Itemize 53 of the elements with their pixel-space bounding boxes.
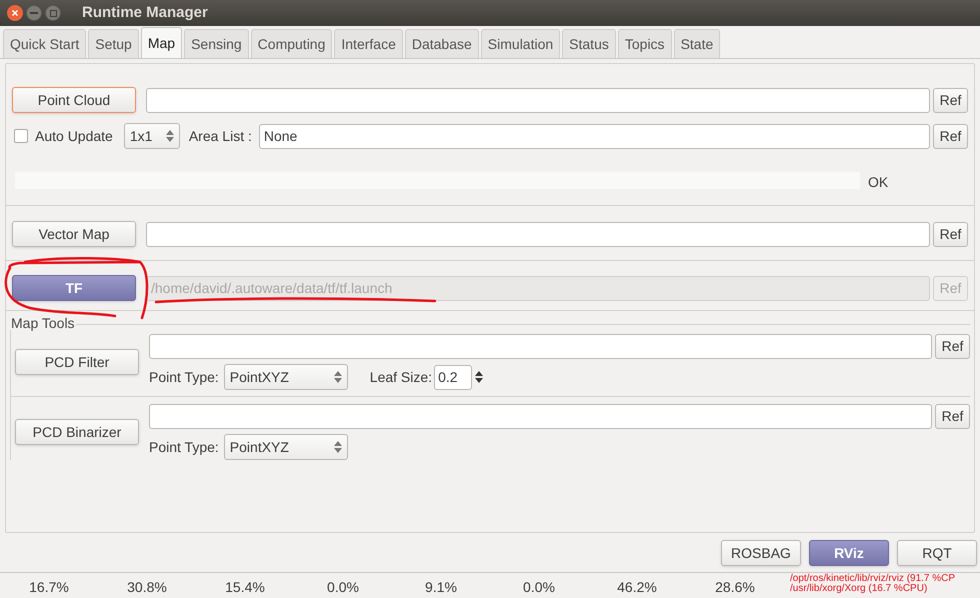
tab[interactable]: Database <box>404 29 479 58</box>
ref-button[interactable]: Ref <box>935 334 970 359</box>
button[interactable]: Vector Map <box>12 221 136 247</box>
path-field[interactable]: None <box>258 124 930 148</box>
process-text: /opt/ros/kinetic/lib/rviz/rviz (91.7 %CP <box>790 574 956 584</box>
tab[interactable]: Sensing <box>184 29 249 58</box>
cpu-usage: 0.0% <box>523 578 555 595</box>
button[interactable]: RQT <box>897 540 977 566</box>
field-label: Point Type: <box>149 438 219 457</box>
cpu-usage: 46.2% <box>617 578 657 595</box>
window-title: Runtime Manager <box>82 2 208 23</box>
field-label: Auto Update <box>35 126 113 146</box>
button[interactable]: PCD Filter <box>15 349 139 375</box>
checkbox[interactable] <box>14 129 28 143</box>
cpu-usage: 30.8% <box>127 578 167 595</box>
ref-button[interactable]: Ref <box>933 124 968 148</box>
dropdown[interactable]: PointXYZ <box>224 364 348 390</box>
tab[interactable]: Quick Start <box>3 29 86 58</box>
field-label: Area List : <box>188 126 252 146</box>
dropdown[interactable]: 1x1 <box>124 123 180 149</box>
ref-button[interactable]: Ref <box>933 88 968 112</box>
field-label: Point Type: <box>149 368 219 387</box>
cpu-usage: 0.0% <box>327 578 359 595</box>
cpu-usage: 9.1% <box>425 578 457 595</box>
process-text: /usr/lib/xorg/Xorg (16.7 %CPU) <box>790 584 928 594</box>
number-field[interactable]: 0.2 <box>434 364 472 390</box>
button[interactable]: PCD Binarizer <box>15 419 139 445</box>
dropdown[interactable]: PointXYZ <box>224 434 348 460</box>
tab[interactable]: Topics <box>618 29 672 58</box>
button[interactable]: Point Cloud <box>12 87 136 113</box>
tab[interactable]: Status <box>562 29 616 58</box>
close-icon[interactable] <box>7 5 23 21</box>
maximize-icon[interactable] <box>45 5 61 21</box>
ref-button[interactable]: Ref <box>933 222 968 246</box>
spin-arrows-icon[interactable] <box>475 371 484 383</box>
tab[interactable]: Setup <box>88 29 139 58</box>
cpu-usage: 28.6% <box>715 578 755 595</box>
tab[interactable]: Computing <box>250 29 332 58</box>
path-field[interactable] <box>146 88 930 112</box>
path-field[interactable] <box>146 222 930 246</box>
tab[interactable]: State <box>674 29 720 58</box>
button[interactable]: ROSBAG <box>721 540 801 566</box>
path-field[interactable] <box>149 404 932 429</box>
cpu-usage: 16.7% <box>29 578 69 595</box>
tab[interactable]: Interface <box>334 29 403 58</box>
path-field[interactable] <box>149 334 932 359</box>
tab[interactable]: Simulation <box>480 29 560 58</box>
tab[interactable]: Map <box>140 27 182 58</box>
ref-button[interactable]: Ref <box>935 404 970 429</box>
cpu-usage: 15.4% <box>225 578 265 595</box>
field-label: Leaf Size: <box>370 368 432 386</box>
group-title: Map Tools <box>10 316 76 330</box>
status-text: OK <box>868 173 888 192</box>
